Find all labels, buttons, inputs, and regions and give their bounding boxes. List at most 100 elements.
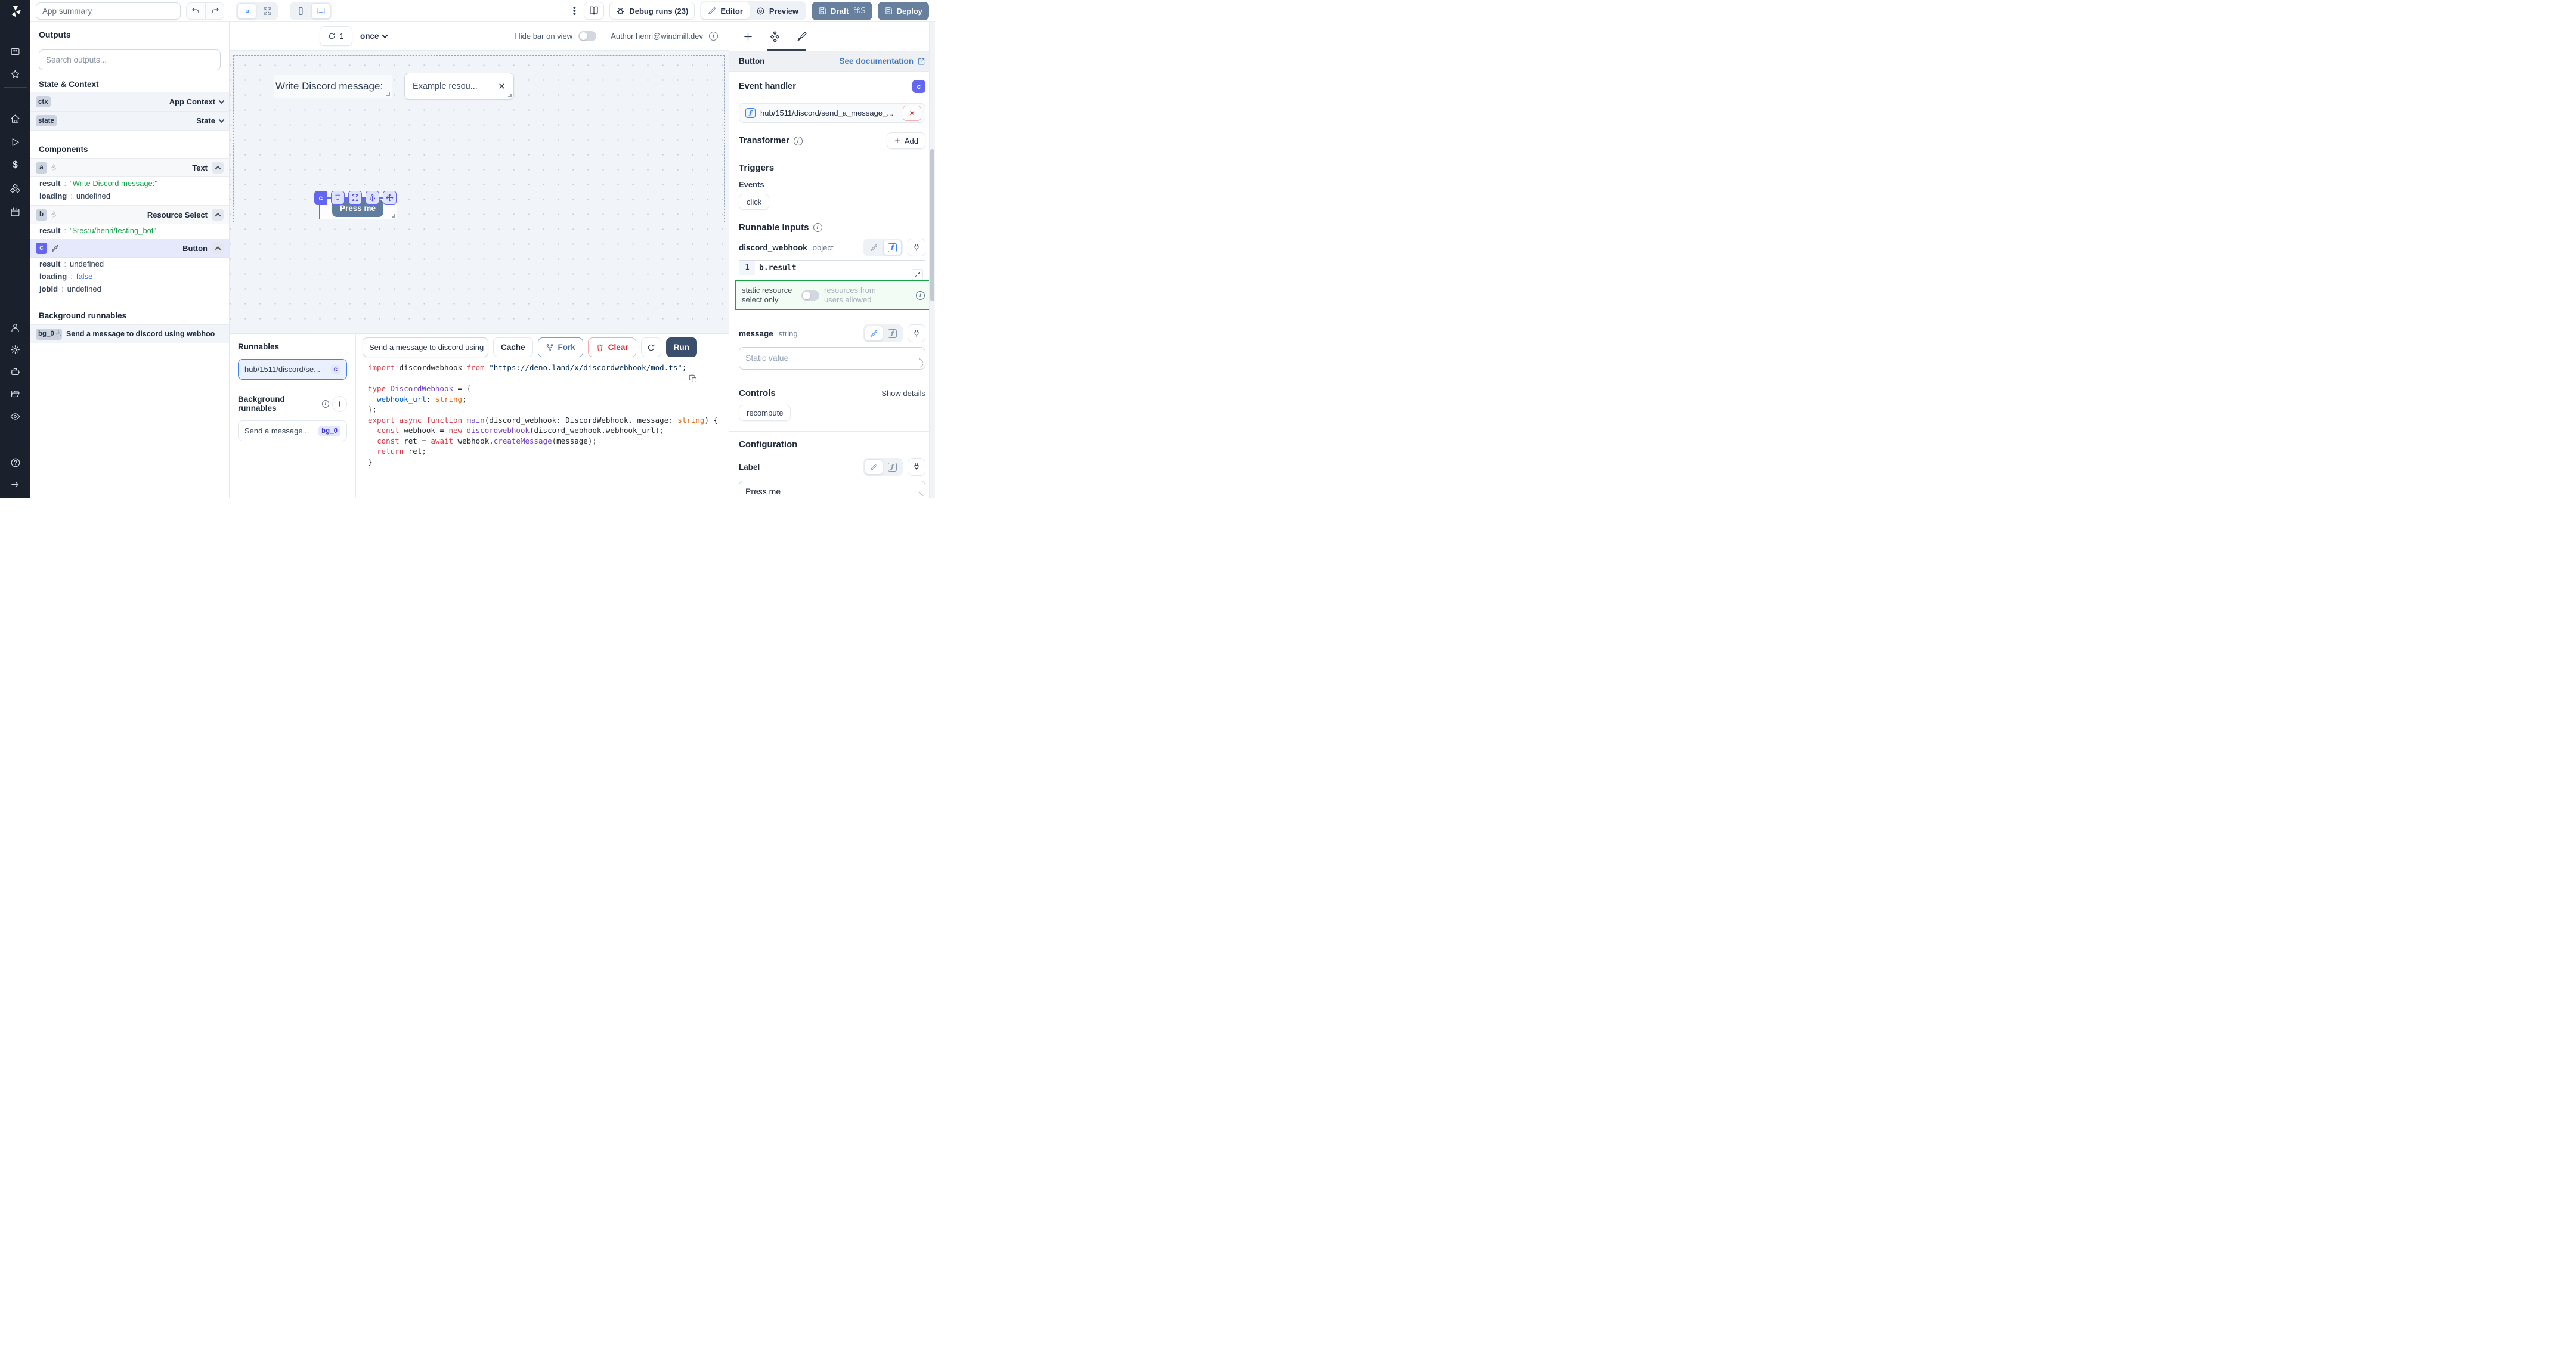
- desktop-view-button[interactable]: [311, 3, 330, 19]
- search-outputs-input[interactable]: Search outputs...: [39, 49, 221, 70]
- expand-editor-icon[interactable]: [912, 269, 923, 280]
- expand-component-icon[interactable]: [348, 191, 362, 205]
- mobile-view-button[interactable]: [291, 3, 310, 19]
- ctx-row[interactable]: ctx App Context: [30, 92, 229, 112]
- runnable-name-input[interactable]: Send a message to discord using: [363, 337, 488, 357]
- see-documentation-link[interactable]: See documentation: [839, 57, 925, 66]
- text-component-a[interactable]: Write Discord message:: [274, 75, 392, 98]
- state-row[interactable]: state State: [30, 112, 229, 131]
- fullscreen-button[interactable]: [258, 3, 277, 19]
- info-icon[interactable]: i: [813, 223, 822, 232]
- refresh-code-button[interactable]: [641, 337, 661, 357]
- kebab-menu-icon[interactable]: •••: [570, 7, 578, 16]
- clear-selection-icon[interactable]: ✕: [498, 81, 506, 92]
- resize-handle[interactable]: [508, 94, 512, 97]
- detach-runnable-button[interactable]: ✕: [903, 106, 921, 121]
- chevron-down-icon[interactable]: [219, 117, 225, 123]
- settings-gear-icon[interactable]: [0, 345, 30, 355]
- resize-handle[interactable]: [392, 214, 395, 218]
- folders-icon[interactable]: [0, 389, 30, 399]
- preview-tab[interactable]: Preview: [750, 2, 805, 19]
- styling-tab[interactable]: [797, 31, 807, 42]
- variables-icon[interactable]: $: [0, 160, 30, 171]
- fork-button[interactable]: Fork: [538, 337, 583, 357]
- undo-button[interactable]: [187, 3, 205, 19]
- component-b-header[interactable]: b ☝ Resource Select: [30, 205, 229, 224]
- help-icon[interactable]: [0, 457, 30, 468]
- insert-below-icon[interactable]: [331, 191, 345, 205]
- star-icon[interactable]: [0, 69, 30, 79]
- chevron-down-icon[interactable]: [219, 98, 225, 104]
- app-summary-input[interactable]: App summary: [36, 2, 181, 20]
- schedules-icon[interactable]: [0, 207, 30, 217]
- copy-code-icon[interactable]: [689, 374, 698, 383]
- static-mode-pencil-icon[interactable]: [865, 240, 883, 255]
- user-icon[interactable]: [0, 323, 30, 333]
- edit-pencil-icon[interactable]: [51, 244, 59, 252]
- connect-plug-icon[interactable]: [908, 458, 925, 476]
- center-layout-button[interactable]: [237, 3, 256, 19]
- component-settings-tab[interactable]: [769, 31, 781, 42]
- refresh-count-button[interactable]: 1: [320, 26, 352, 46]
- static-mode-pencil-icon[interactable]: [865, 326, 883, 341]
- recompute-chip[interactable]: recompute: [739, 405, 791, 421]
- deploy-button[interactable]: Deploy: [878, 2, 929, 20]
- home-icon[interactable]: [0, 114, 30, 124]
- connect-plug-icon[interactable]: [908, 239, 925, 256]
- app-canvas[interactable]: Write Discord message: Example resou... …: [230, 51, 729, 362]
- run-button[interactable]: Run: [666, 337, 697, 357]
- add-component-tab[interactable]: [743, 32, 753, 42]
- label-value-textarea[interactable]: Press me: [739, 481, 925, 498]
- resize-grip-icon[interactable]: [918, 362, 924, 368]
- background-runnable-row[interactable]: bg_0 ☝ Send a message to discord using w…: [30, 324, 229, 343]
- collapse-button[interactable]: [212, 242, 224, 254]
- clear-button[interactable]: Clear: [588, 337, 636, 357]
- info-icon[interactable]: i: [916, 291, 925, 300]
- info-icon[interactable]: i: [709, 32, 718, 41]
- resources-icon[interactable]: [0, 184, 30, 194]
- editor-tab[interactable]: Editor: [701, 2, 750, 19]
- redo-button[interactable]: [205, 3, 224, 19]
- eye-icon[interactable]: [0, 411, 30, 422]
- add-transformer-button[interactable]: Add: [887, 132, 925, 149]
- apps-icon[interactable]: [0, 47, 30, 57]
- draft-button[interactable]: Draft ⌘S: [812, 2, 872, 20]
- eval-mode-function-icon[interactable]: ƒ: [883, 240, 902, 255]
- hide-bar-toggle[interactable]: [578, 31, 596, 41]
- schedule-dropdown[interactable]: once: [360, 32, 387, 41]
- scrollbar-thumb[interactable]: [930, 149, 934, 301]
- connect-plug-icon[interactable]: [908, 324, 925, 342]
- resize-handle[interactable]: [386, 92, 390, 96]
- component-c-header[interactable]: c Button: [30, 239, 229, 258]
- debug-runs-button[interactable]: Debug runs (23): [609, 2, 695, 20]
- expand-rail-icon[interactable]: [0, 479, 30, 490]
- webhook-expression-editor[interactable]: 1 b.result: [739, 260, 925, 275]
- eval-mode-function-icon[interactable]: ƒ: [883, 459, 902, 475]
- runs-icon[interactable]: [0, 137, 30, 147]
- info-icon[interactable]: i: [794, 137, 803, 145]
- background-runnable-item[interactable]: Send a message... bg_0: [238, 420, 347, 441]
- attached-runnable-chip[interactable]: ƒ hub/1511/discord/send_a_message_... ✕: [739, 103, 925, 123]
- collapse-button[interactable]: [212, 209, 224, 221]
- message-input-row: message string ƒ: [739, 324, 925, 342]
- resize-grip-icon[interactable]: [918, 495, 924, 498]
- show-details-link[interactable]: Show details: [881, 389, 925, 398]
- code-editor[interactable]: import discordwebhook from "https://deno…: [356, 363, 729, 467]
- message-static-value-textarea[interactable]: Static value: [739, 347, 925, 370]
- click-event-chip[interactable]: click: [739, 194, 769, 210]
- eval-mode-function-icon[interactable]: ƒ: [883, 326, 902, 341]
- collapse-button[interactable]: [212, 162, 224, 174]
- windmill-logo[interactable]: [0, 4, 30, 18]
- move-icon[interactable]: [383, 191, 397, 205]
- anchor-icon[interactable]: [366, 191, 379, 205]
- static-mode-pencil-icon[interactable]: [865, 459, 883, 475]
- right-panel-scrollbar[interactable]: [929, 22, 935, 498]
- resource-select-component-b[interactable]: Example resou... ✕: [404, 73, 514, 100]
- add-background-runnable-button[interactable]: [332, 396, 347, 412]
- component-a-header[interactable]: a ☝ Text: [30, 158, 229, 177]
- cache-button[interactable]: Cache: [493, 337, 533, 357]
- workers-icon[interactable]: [0, 367, 30, 377]
- resources-toggle[interactable]: [801, 290, 819, 301]
- docs-book-button[interactable]: [584, 2, 604, 20]
- runnable-item-selected[interactable]: hub/1511/discord/se... c: [238, 359, 347, 380]
